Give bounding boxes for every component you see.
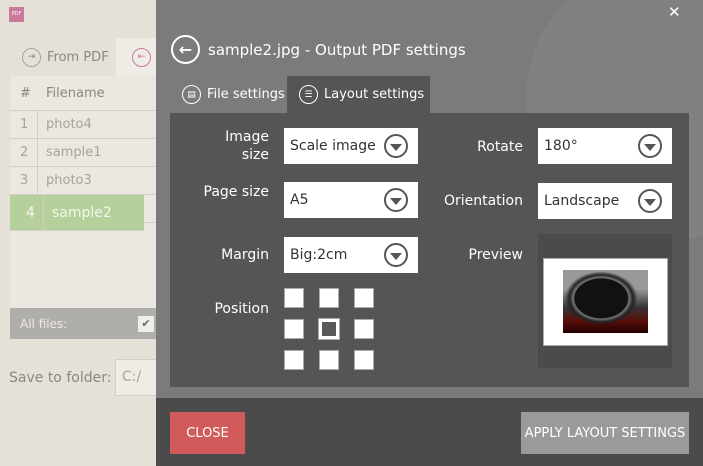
chevron-down-icon — [638, 134, 662, 158]
tab-to-pdf[interactable]: ⇤ — [116, 38, 156, 76]
position-middle-left[interactable] — [284, 319, 304, 339]
margin-label: Margin — [221, 247, 269, 263]
table-row[interactable]: 1 photo4 — [10, 111, 156, 139]
position-top-left[interactable] — [284, 288, 304, 308]
rotate-label: Rotate — [477, 139, 523, 155]
dialog-header: ← sample2.jpg - Output PDF settings — [171, 35, 466, 64]
dialog-title: sample2.jpg - Output PDF settings — [208, 40, 466, 59]
close-button[interactable]: CLOSE — [170, 412, 245, 454]
position-bottom-left[interactable] — [284, 350, 304, 370]
position-bottom-center[interactable] — [319, 350, 339, 370]
layout-icon: ☰ — [299, 85, 318, 104]
preview-page — [543, 258, 668, 346]
rotate-select[interactable]: 180° — [538, 128, 672, 164]
table-row-selected[interactable]: 4 sample2 — [10, 195, 144, 231]
all-files-bar: All files: ✔ — [10, 308, 156, 339]
preview-label: Preview — [468, 247, 524, 263]
orientation-label: Orientation — [443, 193, 523, 209]
app-logo-icon: PDF — [9, 7, 24, 22]
document-icon: ▤ — [182, 85, 201, 104]
position-label: Position — [214, 301, 269, 317]
chevron-down-icon — [638, 189, 662, 213]
position-middle-right[interactable] — [354, 319, 374, 339]
page-size-label: Page size — [203, 184, 270, 200]
position-bottom-right[interactable] — [354, 350, 374, 370]
table-row[interactable]: 3 photo3 — [10, 167, 156, 195]
tab-from-pdf[interactable]: ⇥ From PDF — [0, 38, 116, 76]
close-icon[interactable]: ✕ — [668, 3, 681, 21]
table-header: # Filename — [10, 76, 156, 111]
tab-layout-settings[interactable]: ☰ Layout settings — [287, 76, 430, 113]
position-top-right[interactable] — [354, 288, 374, 308]
save-folder-input[interactable]: C:/ — [115, 359, 156, 396]
to-pdf-icon: ⇤ — [132, 47, 151, 67]
back-arrow-icon[interactable]: ← — [171, 35, 200, 64]
margin-select[interactable]: Big:2cm — [284, 237, 418, 273]
position-center[interactable] — [318, 318, 340, 340]
tab-file-settings[interactable]: ▤ File settings — [170, 76, 287, 113]
preview-image — [563, 270, 648, 333]
chevron-down-icon — [384, 134, 408, 158]
image-size-label: Image size — [225, 129, 269, 163]
position-top-center[interactable] — [319, 288, 339, 308]
apply-layout-settings-button[interactable]: APPLY LAYOUT SETTINGS — [521, 412, 689, 454]
from-pdf-icon: ⇥ — [22, 47, 41, 67]
orientation-select[interactable]: Landscape — [538, 183, 672, 219]
image-size-select[interactable]: Scale image — [284, 128, 418, 164]
table-row[interactable]: 2 sample1 — [10, 139, 156, 167]
save-folder-label: Save to folder: — [9, 370, 112, 386]
chevron-down-icon — [384, 188, 408, 212]
preview-box — [538, 234, 672, 368]
page-size-select[interactable]: A5 — [284, 182, 418, 218]
chevron-down-icon — [384, 243, 408, 267]
main-window: PDF ⇥ From PDF ⇤ # Filename 1 photo4 2 sampl… — [0, 0, 156, 466]
all-files-checkbox[interactable]: ✔ — [138, 316, 154, 332]
file-table: # Filename 1 photo4 2 sample1 3 photo3 4 samp… — [10, 76, 156, 308]
